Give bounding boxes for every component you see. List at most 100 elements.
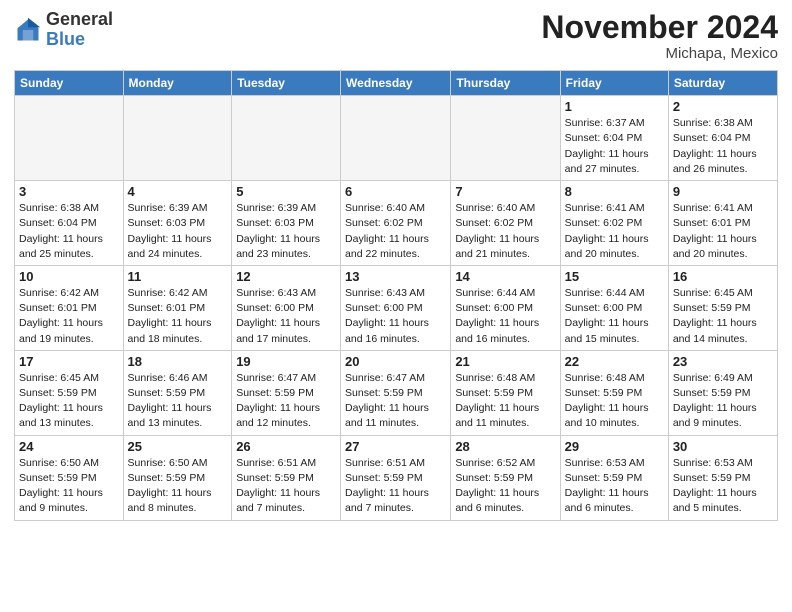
day-info: Sunrise: 6:41 AMSunset: 6:01 PMDaylight:… — [673, 201, 773, 262]
day-info: Sunrise: 6:48 AMSunset: 5:59 PMDaylight:… — [455, 371, 555, 432]
week-row-3: 17 Sunrise: 6:45 AMSunset: 5:59 PMDayligh… — [15, 350, 778, 435]
day-info: Sunrise: 6:53 AMSunset: 5:59 PMDaylight:… — [565, 456, 664, 517]
day-number: 11 — [128, 269, 228, 284]
day-info: Sunrise: 6:46 AMSunset: 5:59 PMDaylight:… — [128, 371, 228, 432]
week-row-4: 24 Sunrise: 6:50 AMSunset: 5:59 PMDayligh… — [15, 435, 778, 520]
title-block: November 2024 Michapa, Mexico — [541, 10, 778, 62]
col-header-saturday: Saturday — [668, 71, 777, 96]
day-cell: 4 Sunrise: 6:39 AMSunset: 6:03 PMDaylight… — [123, 181, 232, 266]
day-number: 6 — [345, 184, 446, 199]
day-info: Sunrise: 6:50 AMSunset: 5:59 PMDaylight:… — [19, 456, 119, 517]
day-info: Sunrise: 6:42 AMSunset: 6:01 PMDaylight:… — [128, 286, 228, 347]
day-info: Sunrise: 6:39 AMSunset: 6:03 PMDaylight:… — [128, 201, 228, 262]
day-cell: 1 Sunrise: 6:37 AMSunset: 6:04 PMDaylight… — [560, 96, 668, 181]
day-number: 5 — [236, 184, 336, 199]
calendar-header-row: SundayMondayTuesdayWednesdayThursdayFrid… — [15, 71, 778, 96]
logo-text: General Blue — [46, 10, 113, 50]
day-cell: 9 Sunrise: 6:41 AMSunset: 6:01 PMDaylight… — [668, 181, 777, 266]
day-info: Sunrise: 6:51 AMSunset: 5:59 PMDaylight:… — [345, 456, 446, 517]
day-info: Sunrise: 6:39 AMSunset: 6:03 PMDaylight:… — [236, 201, 336, 262]
day-cell — [341, 96, 451, 181]
day-info: Sunrise: 6:44 AMSunset: 6:00 PMDaylight:… — [565, 286, 664, 347]
day-number: 8 — [565, 184, 664, 199]
day-number: 16 — [673, 269, 773, 284]
logo-icon — [14, 16, 42, 44]
day-info: Sunrise: 6:52 AMSunset: 5:59 PMDaylight:… — [455, 456, 555, 517]
day-number: 21 — [455, 354, 555, 369]
day-cell: 20 Sunrise: 6:47 AMSunset: 5:59 PMDayligh… — [341, 350, 451, 435]
day-cell: 18 Sunrise: 6:46 AMSunset: 5:59 PMDayligh… — [123, 350, 232, 435]
day-cell: 13 Sunrise: 6:43 AMSunset: 6:00 PMDayligh… — [341, 265, 451, 350]
week-row-1: 3 Sunrise: 6:38 AMSunset: 6:04 PMDaylight… — [15, 181, 778, 266]
month-title: November 2024 — [541, 10, 778, 45]
day-number: 1 — [565, 99, 664, 114]
day-number: 17 — [19, 354, 119, 369]
day-cell — [15, 96, 124, 181]
day-cell: 30Sunrise: 6:53 AMSunset: 5:59 PMDayligh… — [668, 435, 777, 520]
location: Michapa, Mexico — [541, 45, 778, 62]
day-cell: 7Sunrise: 6:40 AMSunset: 6:02 PMDaylight… — [451, 181, 560, 266]
day-info: Sunrise: 6:41 AMSunset: 6:02 PMDaylight:… — [565, 201, 664, 262]
day-cell — [232, 96, 341, 181]
day-cell: 6Sunrise: 6:40 AMSunset: 6:02 PMDaylight… — [341, 181, 451, 266]
day-cell: 2 Sunrise: 6:38 AMSunset: 6:04 PMDaylight… — [668, 96, 777, 181]
day-number: 22 — [565, 354, 664, 369]
day-cell: 21 Sunrise: 6:48 AMSunset: 5:59 PMDayligh… — [451, 350, 560, 435]
day-info: Sunrise: 6:51 AMSunset: 5:59 PMDaylight:… — [236, 456, 336, 517]
day-cell: 12 Sunrise: 6:43 AMSunset: 6:00 PMDayligh… — [232, 265, 341, 350]
day-number: 13 — [345, 269, 446, 284]
col-header-wednesday: Wednesday — [341, 71, 451, 96]
logo-blue: Blue — [46, 29, 85, 49]
day-number: 20 — [345, 354, 446, 369]
day-info: Sunrise: 6:49 AMSunset: 5:59 PMDaylight:… — [673, 371, 773, 432]
day-number: 29 — [565, 439, 664, 454]
day-info: Sunrise: 6:44 AMSunset: 6:00 PMDaylight:… — [455, 286, 555, 347]
day-info: Sunrise: 6:45 AMSunset: 5:59 PMDaylight:… — [19, 371, 119, 432]
col-header-tuesday: Tuesday — [232, 71, 341, 96]
day-cell: 19Sunrise: 6:47 AMSunset: 5:59 PMDayligh… — [232, 350, 341, 435]
day-info: Sunrise: 6:40 AMSunset: 6:02 PMDaylight:… — [455, 201, 555, 262]
day-number: 12 — [236, 269, 336, 284]
day-number: 14 — [455, 269, 555, 284]
day-cell: 23 Sunrise: 6:49 AMSunset: 5:59 PMDayligh… — [668, 350, 777, 435]
day-cell: 3 Sunrise: 6:38 AMSunset: 6:04 PMDaylight… — [15, 181, 124, 266]
day-number: 23 — [673, 354, 773, 369]
day-cell: 17 Sunrise: 6:45 AMSunset: 5:59 PMDayligh… — [15, 350, 124, 435]
day-info: Sunrise: 6:43 AMSunset: 6:00 PMDaylight:… — [345, 286, 446, 347]
day-info: Sunrise: 6:37 AMSunset: 6:04 PMDaylight:… — [565, 116, 664, 177]
day-info: Sunrise: 6:45 AMSunset: 5:59 PMDaylight:… — [673, 286, 773, 347]
day-cell: 29 Sunrise: 6:53 AMSunset: 5:59 PMDayligh… — [560, 435, 668, 520]
page-container: General Blue November 2024 Michapa, Mexi… — [0, 0, 792, 531]
day-cell: 27Sunrise: 6:51 AMSunset: 5:59 PMDayligh… — [341, 435, 451, 520]
day-info: Sunrise: 6:48 AMSunset: 5:59 PMDaylight:… — [565, 371, 664, 432]
week-row-2: 10 Sunrise: 6:42 AMSunset: 6:01 PMDayligh… — [15, 265, 778, 350]
day-cell: 24 Sunrise: 6:50 AMSunset: 5:59 PMDayligh… — [15, 435, 124, 520]
logo-general: General — [46, 9, 113, 29]
day-info: Sunrise: 6:43 AMSunset: 6:00 PMDaylight:… — [236, 286, 336, 347]
day-number: 24 — [19, 439, 119, 454]
day-cell: 5 Sunrise: 6:39 AMSunset: 6:03 PMDaylight… — [232, 181, 341, 266]
day-number: 4 — [128, 184, 228, 199]
day-info: Sunrise: 6:47 AMSunset: 5:59 PMDaylight:… — [236, 371, 336, 432]
day-info: Sunrise: 6:38 AMSunset: 6:04 PMDaylight:… — [673, 116, 773, 177]
day-cell: 16 Sunrise: 6:45 AMSunset: 5:59 PMDayligh… — [668, 265, 777, 350]
day-cell: 15Sunrise: 6:44 AMSunset: 6:00 PMDayligh… — [560, 265, 668, 350]
day-cell: 11 Sunrise: 6:42 AMSunset: 6:01 PMDayligh… — [123, 265, 232, 350]
day-number: 3 — [19, 184, 119, 199]
day-number: 18 — [128, 354, 228, 369]
day-info: Sunrise: 6:53 AMSunset: 5:59 PMDaylight:… — [673, 456, 773, 517]
day-number: 25 — [128, 439, 228, 454]
day-number: 26 — [236, 439, 336, 454]
day-info: Sunrise: 6:38 AMSunset: 6:04 PMDaylight:… — [19, 201, 119, 262]
day-number: 2 — [673, 99, 773, 114]
day-cell: 8 Sunrise: 6:41 AMSunset: 6:02 PMDaylight… — [560, 181, 668, 266]
calendar: SundayMondayTuesdayWednesdayThursdayFrid… — [14, 70, 778, 520]
day-info: Sunrise: 6:47 AMSunset: 5:59 PMDaylight:… — [345, 371, 446, 432]
logo: General Blue — [14, 10, 113, 50]
week-row-0: 1 Sunrise: 6:37 AMSunset: 6:04 PMDaylight… — [15, 96, 778, 181]
day-cell: 26 Sunrise: 6:51 AMSunset: 5:59 PMDayligh… — [232, 435, 341, 520]
day-number: 10 — [19, 269, 119, 284]
day-number: 9 — [673, 184, 773, 199]
col-header-sunday: Sunday — [15, 71, 124, 96]
day-cell: 22 Sunrise: 6:48 AMSunset: 5:59 PMDayligh… — [560, 350, 668, 435]
